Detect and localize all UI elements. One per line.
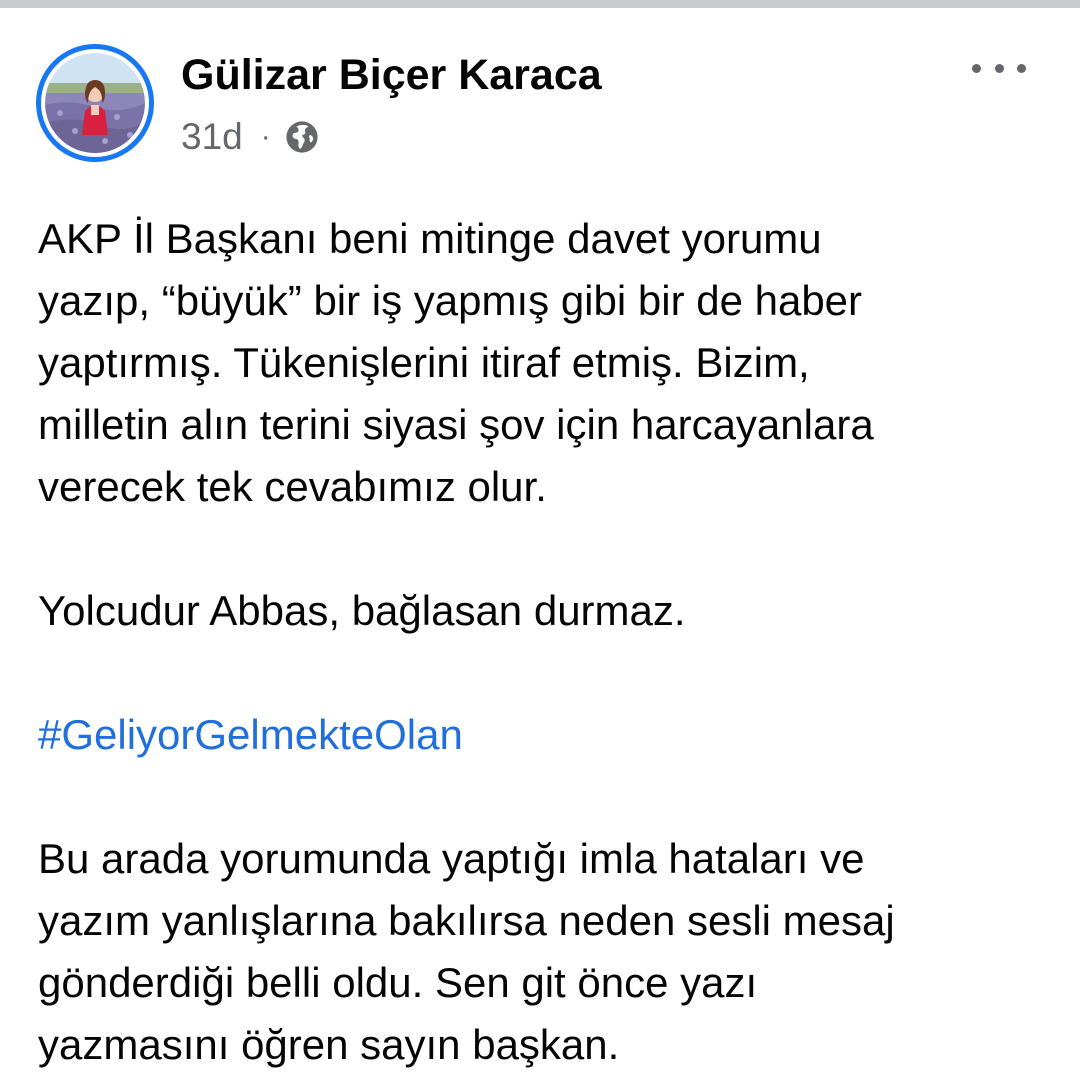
- text-line: yaptırmış. Tükenişlerini itiraf etmiş. B…: [38, 339, 810, 386]
- post-paragraph-1: AKP İl Başkanı beni mitinge davet yorumu…: [38, 208, 1048, 518]
- hashtag-link[interactable]: #GeliyorGelmekteOlan: [38, 704, 1048, 766]
- text-line: milletin alın terini siyasi şov için har…: [38, 401, 874, 448]
- post-text: AKP İl Başkanı beni mitinge davet yorumu…: [38, 208, 1048, 1076]
- ellipsis-icon-dot: [994, 63, 1004, 73]
- ellipsis-icon: [972, 63, 981, 73]
- post-timestamp[interactable]: 31d: [181, 114, 243, 160]
- text-line: Yolcudur Abbas, bağlasan durmaz.: [38, 587, 686, 634]
- globe-icon[interactable]: [285, 120, 319, 154]
- meta-separator: ·: [260, 120, 271, 153]
- author-name[interactable]: Gülizar Biçer Karaca: [181, 48, 602, 102]
- text-line: AKP İl Başkanı beni mitinge davet yorumu: [38, 215, 822, 262]
- ellipsis-icon-dot: [1017, 63, 1026, 73]
- text-line: Bu arada yorumunda yaptığı imla hataları…: [38, 835, 865, 882]
- post-meta: 31d ·: [181, 114, 319, 160]
- text-line: yazım yanlışlarına bakılırsa neden sesli…: [38, 897, 895, 944]
- profile-avatar-button[interactable]: [36, 44, 154, 162]
- post-paragraph-2: Yolcudur Abbas, bağlasan durmaz.: [38, 580, 1048, 642]
- text-line: yazmasını öğren sayın başkan.: [38, 1021, 620, 1068]
- post-header: Gülizar Biçer Karaca 31d ·: [0, 8, 1080, 188]
- post-paragraph-3: Bu arada yorumunda yaptığı imla hataları…: [38, 828, 1048, 1076]
- text-line: yazıp, “büyük” bir iş yapmış gibi bir de…: [38, 277, 863, 324]
- post-hashtag-paragraph: #GeliyorGelmekteOlan: [38, 704, 1048, 766]
- avatar: [45, 53, 145, 153]
- more-options-button[interactable]: [972, 56, 1026, 80]
- text-line: gönderdiği belli oldu. Sen git önce yazı: [38, 959, 758, 1006]
- text-line: verecek tek cevabımız olur.: [38, 463, 547, 510]
- top-divider: [0, 0, 1080, 8]
